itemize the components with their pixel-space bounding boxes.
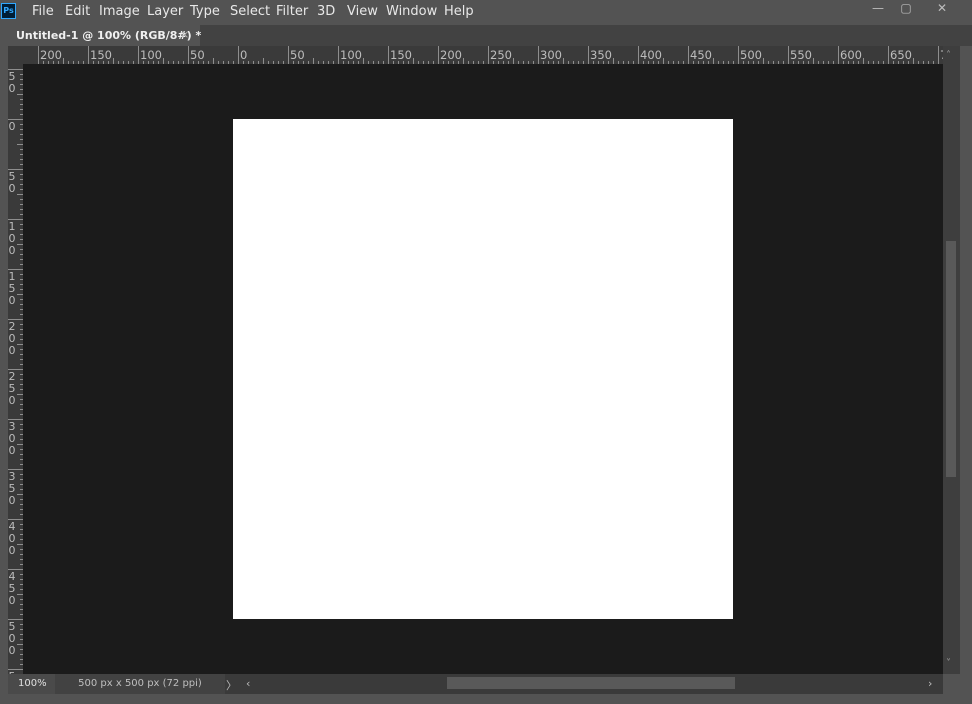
- ruler-label: 0: [8, 120, 16, 133]
- scroll-down-icon[interactable]: ˅: [946, 658, 951, 669]
- horizontal-ruler[interactable]: 200 150 100 50 0 50 100 150 200 250 300 350 400 450 50…: [23, 46, 943, 64]
- menu-bar: Ps File Edit Image Layer Type Select Fil…: [0, 0, 972, 24]
- menu-view[interactable]: View: [347, 4, 378, 19]
- menu-select[interactable]: Select: [230, 4, 270, 19]
- photoshop-logo-icon[interactable]: Ps: [1, 3, 16, 19]
- ruler-label: 100: [340, 48, 362, 62]
- scroll-right-icon[interactable]: ›: [928, 677, 932, 690]
- menu-edit[interactable]: Edit: [65, 4, 90, 19]
- status-bar: 100% 500 px x 500 px (72 ppi) 〉 ‹ ›: [8, 674, 943, 694]
- menu-image[interactable]: Image: [99, 4, 140, 19]
- ruler-label: 300: [540, 48, 562, 62]
- ruler-tick: [138, 46, 139, 64]
- ruler-tick: [338, 46, 339, 64]
- scroll-up-icon[interactable]: ˄: [946, 50, 951, 61]
- menu-layer[interactable]: Layer: [147, 4, 183, 19]
- ruler-label: 50: [290, 48, 305, 62]
- ruler-tick: [438, 46, 439, 64]
- ruler-label: 550: [790, 48, 812, 62]
- right-edge: [960, 46, 972, 694]
- ruler-label: 600: [840, 48, 862, 62]
- menu-filter[interactable]: Filter: [276, 4, 308, 19]
- ruler-label: 0: [8, 594, 16, 607]
- minimize-icon[interactable]: —: [863, 0, 893, 16]
- ruler-label: 650: [890, 48, 912, 62]
- ruler-tick: [38, 46, 39, 64]
- pasteboard[interactable]: [23, 64, 943, 674]
- ruler-label: 0: [8, 494, 16, 507]
- menu-window[interactable]: Window: [386, 4, 437, 19]
- ruler-tick: [938, 46, 939, 64]
- ruler-label: 0: [8, 344, 16, 357]
- status-expand-icon[interactable]: 〉: [226, 677, 237, 693]
- zoom-level-field[interactable]: 100%: [8, 674, 56, 694]
- ruler-tick: [888, 46, 889, 64]
- ruler-label: 0: [8, 244, 16, 257]
- horizontal-scroll-thumb[interactable]: [447, 677, 735, 689]
- ruler-label: 200: [40, 48, 62, 62]
- ruler-label: 250: [490, 48, 512, 62]
- ruler-label: 150: [390, 48, 412, 62]
- ruler-label: 200: [440, 48, 462, 62]
- ruler-label: 0: [8, 544, 16, 557]
- ruler-origin[interactable]: [8, 46, 23, 64]
- document-canvas[interactable]: [233, 119, 733, 619]
- ruler-label: 100: [140, 48, 162, 62]
- close-tab-icon[interactable]: ×: [180, 28, 189, 41]
- ruler-label: 150: [90, 48, 112, 62]
- bottom-edge: [0, 694, 972, 704]
- menu-3d[interactable]: 3D: [317, 4, 335, 19]
- ruler-tick: [538, 46, 539, 64]
- ruler-label: 0: [8, 444, 16, 457]
- ruler-tick: [838, 46, 839, 64]
- ruler-tick: [238, 46, 239, 64]
- menu-file[interactable]: File: [32, 4, 54, 19]
- ruler-label: 0: [8, 182, 16, 195]
- maximize-icon[interactable]: ▢: [891, 0, 921, 16]
- ruler-label: 350: [590, 48, 612, 62]
- ruler-tick: [188, 46, 189, 64]
- ruler-tick: [388, 46, 389, 64]
- ruler-tick: [738, 46, 739, 64]
- ruler-label: 50: [190, 48, 205, 62]
- vertical-scrollbar[interactable]: ˄ ˅: [943, 46, 960, 674]
- ruler-tick: [488, 46, 489, 64]
- ruler-label: 450: [690, 48, 712, 62]
- ruler-tick: [288, 46, 289, 64]
- ruler-label: 0: [8, 294, 16, 307]
- ruler-label: 0: [240, 48, 248, 62]
- ruler-label: 500: [740, 48, 762, 62]
- menu-type[interactable]: Type: [190, 4, 220, 19]
- scroll-left-icon[interactable]: ‹: [246, 677, 250, 690]
- document-tab[interactable]: Untitled-1 @ 100% (RGB/8#) * ×: [8, 25, 201, 46]
- vertical-scroll-thumb[interactable]: [946, 241, 956, 477]
- ruler-tick: [88, 46, 89, 64]
- menu-help[interactable]: Help: [444, 4, 474, 19]
- document-info[interactable]: 500 px x 500 px (72 ppi): [55, 674, 225, 694]
- ruler-tick: [588, 46, 589, 64]
- document-tab-bar: Untitled-1 @ 100% (RGB/8#) * ×: [8, 25, 972, 46]
- ruler-tick: [688, 46, 689, 64]
- ruler-label: 0: [8, 82, 16, 95]
- ruler-label: 400: [640, 48, 662, 62]
- ruler-tick: [638, 46, 639, 64]
- ruler-tick: [788, 46, 789, 64]
- close-window-icon[interactable]: ✕: [927, 0, 957, 16]
- ruler-label: 0: [8, 644, 16, 657]
- document-tab-title[interactable]: Untitled-1 @ 100% (RGB/8#) *: [16, 29, 201, 42]
- vertical-ruler[interactable]: 500501001502002503003504004505005: [8, 64, 23, 674]
- ruler-label: 0: [8, 394, 16, 407]
